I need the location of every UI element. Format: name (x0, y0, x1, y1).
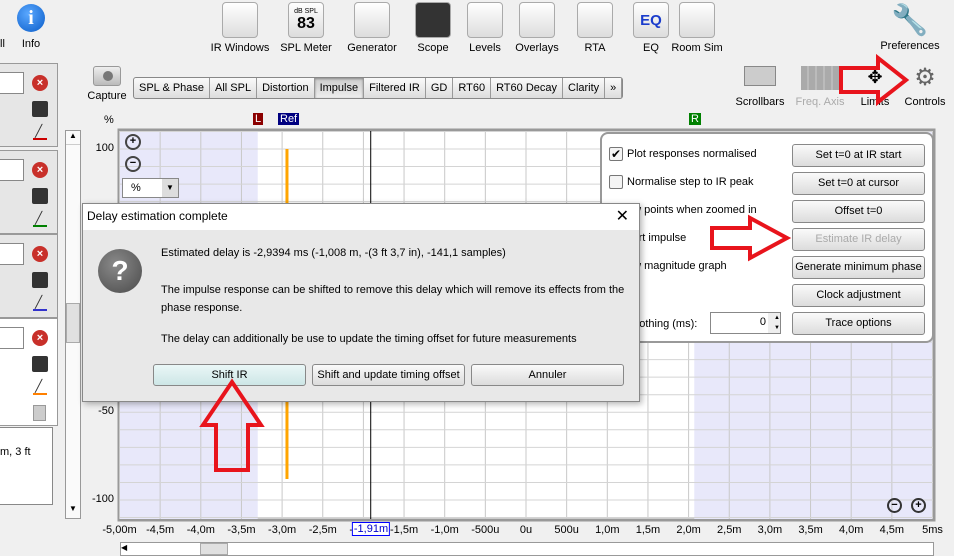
arrow-right-annotation-controls (839, 53, 910, 107)
annotation-arrows (199, 53, 910, 472)
arrow-up-annotation-shift (199, 378, 265, 472)
arrow-right-annotation-estimate (710, 214, 792, 262)
